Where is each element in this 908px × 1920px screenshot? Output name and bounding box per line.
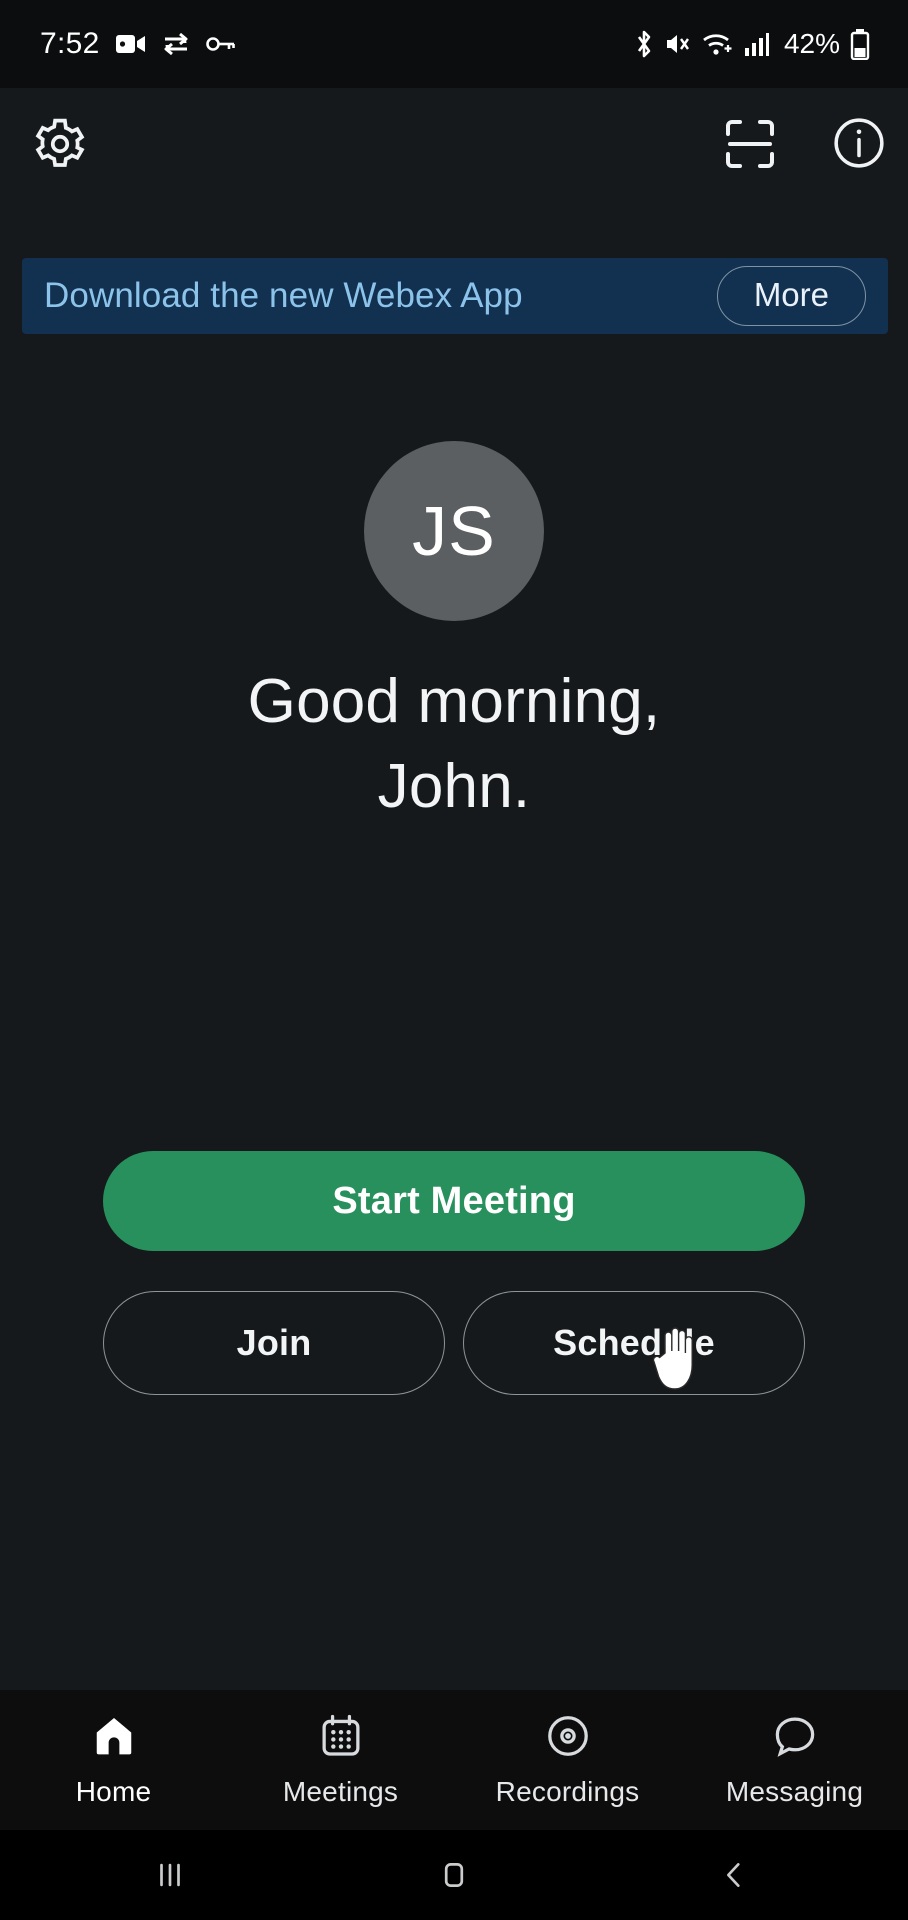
phone-screen: 7:52 42% Download the new Webex App More… xyxy=(0,0,908,1920)
chat-bubble-icon xyxy=(772,1713,818,1764)
key-icon xyxy=(205,35,236,53)
app-bar xyxy=(0,88,908,198)
nav-item-meetings[interactable]: Meetings xyxy=(227,1690,454,1830)
bottom-navigation: Home Meetings Recordings Messaging xyxy=(0,1690,908,1830)
promo-banner[interactable]: Download the new Webex App More xyxy=(22,258,888,334)
avatar[interactable]: JS xyxy=(364,441,544,621)
nav-item-meetings-label: Meetings xyxy=(282,1775,399,1807)
secondary-actions-row: Join Schedule xyxy=(103,1291,805,1395)
nav-item-recordings-label: Recordings xyxy=(495,1775,640,1807)
recents-icon[interactable] xyxy=(130,1830,210,1920)
status-bar: 7:52 42% xyxy=(0,0,908,88)
wifi-icon xyxy=(702,31,734,57)
schedule-button[interactable]: Schedule xyxy=(463,1291,805,1395)
gear-icon[interactable] xyxy=(32,116,88,177)
calendar-icon xyxy=(318,1713,364,1764)
back-chevron-icon[interactable] xyxy=(694,1830,774,1920)
battery-icon xyxy=(850,28,870,61)
nav-item-messaging-label: Messaging xyxy=(725,1775,864,1807)
start-meeting-button[interactable]: Start Meeting xyxy=(103,1151,805,1251)
greeting: Good morning, John. xyxy=(0,660,908,830)
status-bar-right: 42% xyxy=(634,0,870,88)
scan-qr-icon[interactable] xyxy=(724,118,776,175)
status-bar-clock: 7:52 xyxy=(40,27,100,60)
join-button[interactable]: Join xyxy=(103,1291,445,1395)
camera-icon xyxy=(115,33,146,55)
record-circle-icon xyxy=(545,1713,591,1764)
greeting-line-2: John. xyxy=(377,751,531,821)
bluetooth-icon xyxy=(634,29,654,59)
home-icon xyxy=(91,1713,137,1764)
android-navigation-bar xyxy=(0,1830,908,1920)
nav-item-home[interactable]: Home xyxy=(0,1690,227,1830)
info-circle-icon[interactable] xyxy=(832,116,886,175)
nav-item-messaging[interactable]: Messaging xyxy=(681,1690,908,1830)
status-bar-left: 7:52 xyxy=(0,27,236,61)
nav-item-home-label: Home xyxy=(75,1775,152,1807)
cellular-signal-icon xyxy=(744,31,770,57)
home-square-icon[interactable] xyxy=(414,1830,494,1920)
promo-more-button[interactable]: More xyxy=(716,266,866,326)
promo-banner-text: Download the new Webex App xyxy=(44,276,523,315)
avatar-initials: JS xyxy=(412,492,496,570)
nav-item-recordings[interactable]: Recordings xyxy=(454,1690,681,1830)
greeting-line-1: Good morning, xyxy=(247,667,661,736)
battery-percent-label: 42% xyxy=(783,28,840,59)
sync-icon xyxy=(162,32,190,56)
mute-icon xyxy=(664,30,692,58)
